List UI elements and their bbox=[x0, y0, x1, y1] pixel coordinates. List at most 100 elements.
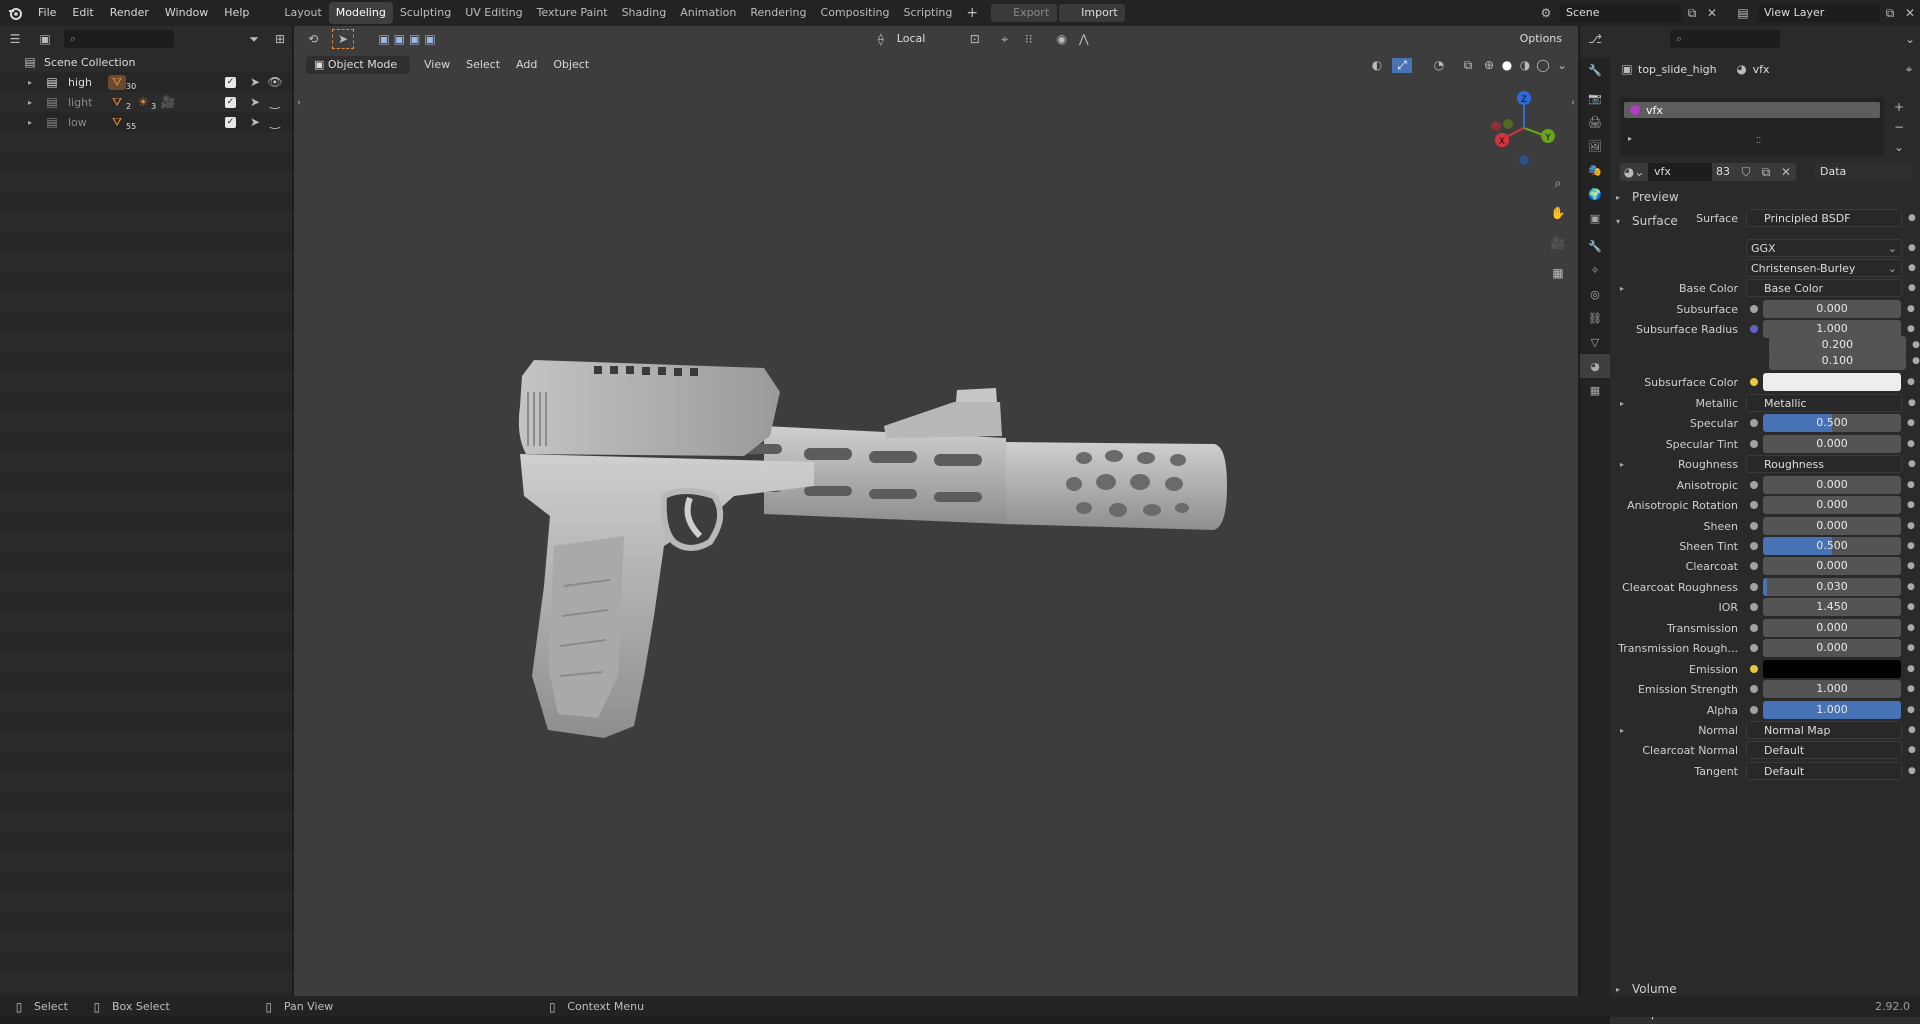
socket-dot[interactable] bbox=[1750, 665, 1758, 673]
prop-link-field[interactable]: Roughness bbox=[1746, 455, 1902, 473]
pivot-point-icon[interactable]: ⊡ bbox=[961, 32, 989, 46]
prop-value-field[interactable]: 0.000 bbox=[1763, 496, 1901, 514]
menu-file[interactable]: File bbox=[30, 0, 64, 26]
viewport-menu-add[interactable]: Add bbox=[508, 54, 545, 76]
new-scene-icon[interactable]: ⧉ bbox=[1682, 6, 1702, 21]
keyframe-dot-icon[interactable]: ● bbox=[1908, 243, 1916, 253]
overlay-icon[interactable]: ◔ bbox=[1422, 58, 1456, 72]
socket-dot[interactable] bbox=[1750, 501, 1758, 509]
keyframe-dot-icon[interactable]: ● bbox=[1907, 664, 1915, 674]
view-layer-icon[interactable]: ▤ bbox=[1728, 6, 1758, 20]
prop-value-field[interactable]: 0.000 bbox=[1763, 557, 1901, 575]
prop-value-field[interactable]: 0.500 bbox=[1763, 537, 1901, 555]
shading-wireframe-icon[interactable]: ⊕ bbox=[1480, 58, 1498, 72]
keyframe-dot-icon[interactable]: ● bbox=[1912, 340, 1920, 350]
tab-object[interactable]: ▣ bbox=[1580, 206, 1610, 230]
workspace-tab-layout[interactable]: Layout bbox=[277, 2, 328, 24]
menu-help[interactable]: Help bbox=[216, 0, 257, 26]
prop-value-field[interactable]: 0.000 bbox=[1763, 517, 1901, 535]
socket-dot[interactable] bbox=[1750, 644, 1758, 652]
unlink-material-icon[interactable]: ✕ bbox=[1776, 163, 1796, 181]
properties-search-input[interactable]: ⌕ bbox=[1670, 30, 1780, 48]
keyframe-dot-icon[interactable]: ● bbox=[1907, 418, 1915, 428]
slot-list-expand-icon[interactable]: ▸ bbox=[1628, 134, 1632, 143]
pin-icon[interactable]: ⌖ bbox=[1898, 62, 1920, 77]
proportional-edit-icon[interactable]: ◉ bbox=[1051, 32, 1073, 46]
duplicate-material-icon[interactable]: ⧉ bbox=[1756, 163, 1776, 181]
fake-user-icon[interactable]: ⛉ bbox=[1736, 163, 1756, 181]
visibility-icon[interactable]: ◐ bbox=[1362, 58, 1392, 72]
menu-render[interactable]: Render bbox=[102, 0, 157, 26]
scene-icon[interactable]: ⚙ bbox=[1532, 6, 1560, 20]
keyframe-dot-icon[interactable]: ● bbox=[1908, 398, 1916, 408]
close-scene-icon[interactable]: ✕ bbox=[1702, 6, 1722, 20]
socket-dot[interactable] bbox=[1750, 624, 1758, 632]
menu-window[interactable]: Window bbox=[157, 0, 216, 26]
prop-value-field[interactable]: 1.000 bbox=[1763, 680, 1901, 698]
tab-texture[interactable]: ▦ bbox=[1580, 378, 1610, 402]
tab-tool[interactable]: 🔧 bbox=[1580, 58, 1610, 82]
zoom-icon[interactable]: ⌕ bbox=[1547, 172, 1569, 194]
viewport-menu-object[interactable]: Object bbox=[545, 54, 597, 76]
keyframe-dot-icon[interactable]: ● bbox=[1907, 377, 1915, 387]
remove-slot-icon[interactable]: − bbox=[1894, 118, 1904, 136]
prop-dropdown[interactable]: Christensen-Burley ⌄ bbox=[1746, 259, 1902, 277]
socket-dot[interactable] bbox=[1750, 305, 1758, 313]
tab-render[interactable]: 📷 bbox=[1580, 86, 1610, 110]
editor-type-icon[interactable]: ☰ bbox=[0, 32, 30, 46]
shading-material-icon[interactable]: ◑ bbox=[1516, 58, 1534, 72]
new-collection-icon[interactable]: ⊞ bbox=[268, 32, 292, 46]
transform-orientation-icon[interactable]: ⟠ bbox=[871, 32, 891, 46]
tab-modifier[interactable]: 🔧 bbox=[1580, 234, 1610, 258]
3d-viewport[interactable]: ⟲ ➤ ▣▣▣▣ ⟠ Local ⊡ ⌖ ⁝⁝ ◉ ⋀ Options ▣ Ob… bbox=[294, 26, 1578, 996]
material-name-field[interactable]: vfx bbox=[1648, 163, 1712, 181]
material-slot-item[interactable]: vfx bbox=[1624, 102, 1880, 118]
outliner-item-low[interactable]: ▸ ▤ low ⛛ 55 ✓ ➤ ‿ bbox=[0, 112, 292, 132]
export-button[interactable]: Export bbox=[991, 4, 1058, 22]
select-mode-icons[interactable]: ▣▣▣▣ bbox=[364, 32, 454, 46]
menu-edit[interactable]: Edit bbox=[64, 0, 101, 26]
prop-value-field[interactable]: 1.450 bbox=[1763, 598, 1901, 616]
shading-solid-icon[interactable]: ● bbox=[1498, 58, 1516, 72]
close-view-layer-icon[interactable]: ✕ bbox=[1900, 6, 1920, 20]
prop-link-field[interactable]: Default bbox=[1746, 741, 1902, 759]
new-view-layer-icon[interactable]: ⧉ bbox=[1880, 6, 1900, 21]
tab-constraints[interactable]: ⛓ bbox=[1580, 306, 1610, 330]
keyframe-dot-icon[interactable]: ● bbox=[1907, 521, 1915, 531]
keyframe-dot-icon[interactable]: ● bbox=[1907, 541, 1915, 551]
outliner-item-high[interactable]: ▸ ▤ high ⛛ 30 ✓ ➤ 👁 bbox=[0, 72, 292, 92]
sidebar-expand-icon[interactable]: ‹ bbox=[1568, 98, 1578, 108]
keyframe-dot-icon[interactable]: ● bbox=[1907, 705, 1915, 715]
socket-dot[interactable] bbox=[1750, 603, 1758, 611]
keyframe-dot-icon[interactable]: ● bbox=[1907, 561, 1915, 571]
object-mode-dropdown[interactable]: ▣ Object Mode bbox=[306, 56, 410, 74]
selectable-arrow-icon[interactable]: ➤ bbox=[246, 95, 264, 109]
tab-object-data[interactable]: ▽ bbox=[1580, 330, 1610, 354]
prop-value-field[interactable]: 0.100 bbox=[1768, 352, 1907, 370]
pan-hand-icon[interactable]: ✋ bbox=[1547, 202, 1569, 224]
outliner-expand-icon[interactable]: ▸ bbox=[28, 98, 38, 107]
color-swatch[interactable] bbox=[1763, 373, 1901, 391]
add-workspace-button[interactable]: + bbox=[959, 2, 985, 24]
keyframe-dot-icon[interactable]: ● bbox=[1907, 324, 1915, 334]
outliner-expand-icon[interactable]: ▸ bbox=[28, 118, 38, 127]
prop-dropdown[interactable]: GGX ⌄ bbox=[1746, 239, 1902, 257]
snap-target-icon[interactable]: ⁝⁝ bbox=[1015, 32, 1043, 46]
prop-link-field[interactable]: Base Color bbox=[1746, 279, 1902, 297]
keyframe-dot-icon[interactable]: ● bbox=[1907, 304, 1915, 314]
keyframe-dot-icon[interactable]: ● bbox=[1908, 766, 1916, 776]
keyframe-dot-icon[interactable]: ● bbox=[1908, 745, 1916, 755]
workspace-tab-animation[interactable]: Animation bbox=[673, 2, 743, 24]
keyframe-dot-icon[interactable]: ● bbox=[1907, 684, 1915, 694]
prop-value-field[interactable]: 0.000 bbox=[1763, 639, 1901, 657]
socket-dot[interactable] bbox=[1750, 706, 1758, 714]
socket-dot[interactable] bbox=[1750, 542, 1758, 550]
socket-dot[interactable] bbox=[1750, 419, 1758, 427]
camera-view-icon[interactable]: 🎥 bbox=[1547, 232, 1569, 254]
perspective-toggle-icon[interactable]: ▦ bbox=[1547, 262, 1569, 284]
workspace-tab-shading[interactable]: Shading bbox=[615, 2, 674, 24]
tab-material[interactable]: ◕ bbox=[1580, 354, 1610, 378]
scene-collection-label[interactable]: Scene Collection bbox=[44, 56, 135, 69]
workspace-tab-rendering[interactable]: Rendering bbox=[743, 2, 813, 24]
workspace-tab-sculpting[interactable]: Sculpting bbox=[393, 2, 458, 24]
